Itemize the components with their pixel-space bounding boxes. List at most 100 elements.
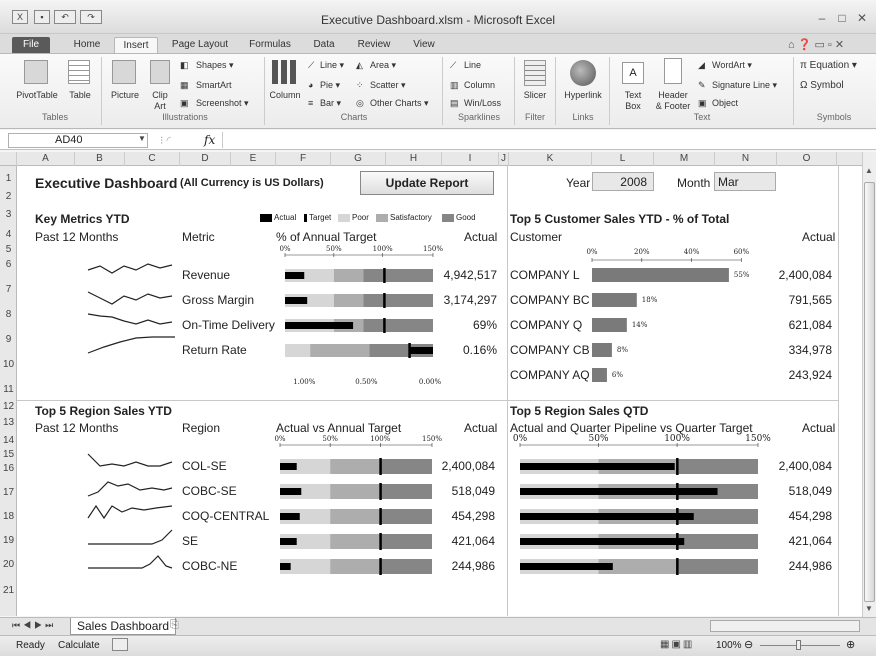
region-sparkline [88,529,173,545]
region-name: COQ-CENTRAL [182,509,270,523]
band-good [363,269,433,282]
vertical-scrollbar[interactable]: ▲ ▼ [862,152,876,617]
customer-pct-label: 6% [612,371,623,379]
scroll-up-icon[interactable]: ▲ [865,166,874,175]
region-name: COL-SE [182,459,227,473]
macro-record-icon[interactable] [112,638,128,651]
customer-name: COMPANY AQ [510,368,590,382]
region-sparkline [87,504,173,520]
band-satisfactory [330,459,381,474]
kpi-axis-label: 100% [373,245,393,253]
target-marker [408,343,411,358]
sparkline-gross-margin [87,291,173,305]
zoom-out-icon[interactable]: ⊖ [744,638,753,651]
metric-actual: 0.16% [463,343,497,357]
target-marker [379,508,382,525]
band-good [380,484,432,499]
customer-actual: 791,565 [789,293,833,307]
horizontal-scrollbar[interactable] [710,620,860,632]
region-qtd-axis-label: 50% [589,434,609,444]
actual-bar [520,463,675,470]
region-qtd-actual: 518,049 [789,484,833,498]
region-name: COBC-NE [182,559,237,573]
customer-axis-label: 0% [586,248,597,256]
metric-actual: 4,942,517 [444,268,498,282]
customer-pct-label: 55% [734,271,750,279]
dashboard-charts: Revenue 4,942,517 Gross Margin 3,174,297 On-… [87,245,833,575]
sparkline-return-rate [87,336,175,354]
actual-bar [280,463,297,470]
metric-actual: 3,174,297 [444,293,498,307]
customer-name: COMPANY BC [510,293,590,307]
band-satisfactory [310,344,370,357]
target-marker [676,483,679,500]
sheet-nav-icon[interactable]: ⏮◀▶⏭ [12,620,56,631]
band-satisfactory [333,294,364,307]
region-name: SE [182,534,198,548]
customer-actual: 2,400,084 [779,268,833,282]
band-satisfactory [330,534,381,549]
band-good [363,319,433,332]
zoom-level[interactable]: 100% [716,640,742,651]
customer-axis-label: 20% [634,248,650,256]
metric-name: Gross Margin [182,293,254,307]
region-ytd-axis-label: 50% [322,435,338,443]
scroll-down-icon[interactable]: ▼ [865,604,874,613]
scroll-thumb[interactable] [864,182,875,602]
kpi-axis-label: 150% [423,245,443,253]
actual-bar [280,538,297,545]
region-qtd-actual: 244,986 [789,559,833,573]
region-qtd-axis-label: 150% [745,434,771,444]
target-marker [676,458,679,475]
target-marker [379,483,382,500]
target-marker [383,318,386,333]
return-rate-axis-label: 0.00% [419,378,442,386]
metric-name: Return Rate [182,343,247,357]
target-marker [676,508,679,525]
region-qtd-axis-label: 100% [664,434,690,444]
customer-name: COMPANY L [510,268,580,282]
metric-name: On-Time Delivery [182,318,275,332]
band-good [363,294,433,307]
return-rate-axis-label: 0.50% [355,378,378,386]
sheet-tab-sales-dashboard[interactable]: Sales Dashboard [70,618,177,635]
band-good [380,534,432,549]
actual-bar [520,563,613,570]
view-buttons-icon[interactable]: ▦▣▥ [660,639,694,650]
region-sparkline [87,453,173,467]
actual-bar [285,297,308,304]
insert-sheet-icon[interactable]: ⎘ [170,619,179,632]
actual-bar [520,488,718,495]
target-marker [383,293,386,308]
customer-bar [592,318,627,332]
customer-axis-label: 40% [684,248,700,256]
sparkline-on-time-delivery [87,313,173,325]
zoom-slider-thumb[interactable] [796,640,801,650]
actual-bar [409,347,433,354]
customer-bar [592,343,612,357]
zoom-in-icon[interactable]: ⊕ [846,638,855,651]
customer-pct-label: 8% [617,346,628,354]
metric-actual: 69% [473,318,497,332]
customer-name: COMPANY Q [510,318,582,332]
band-satisfactory [330,484,381,499]
actual-bar [280,513,300,520]
band-poor [285,344,311,357]
target-marker [379,458,382,475]
band-good [677,534,758,549]
band-satisfactory [330,559,381,574]
customer-bar [592,268,729,282]
actual-bar [520,513,694,520]
region-sparkline [88,555,173,569]
region-ytd-actual: 244,986 [452,559,496,573]
customer-axis-label: 60% [734,248,750,256]
region-sparkline [87,481,173,497]
sparkline-revenue [87,263,173,274]
status-calculate: Calculate [58,640,100,651]
customer-actual: 334,978 [789,343,833,357]
band-good [380,459,432,474]
band-good [677,559,758,574]
region-ytd-actual: 518,049 [452,484,496,498]
customer-pct-label: 18% [642,296,658,304]
region-qtd-actual: 421,064 [789,534,833,548]
